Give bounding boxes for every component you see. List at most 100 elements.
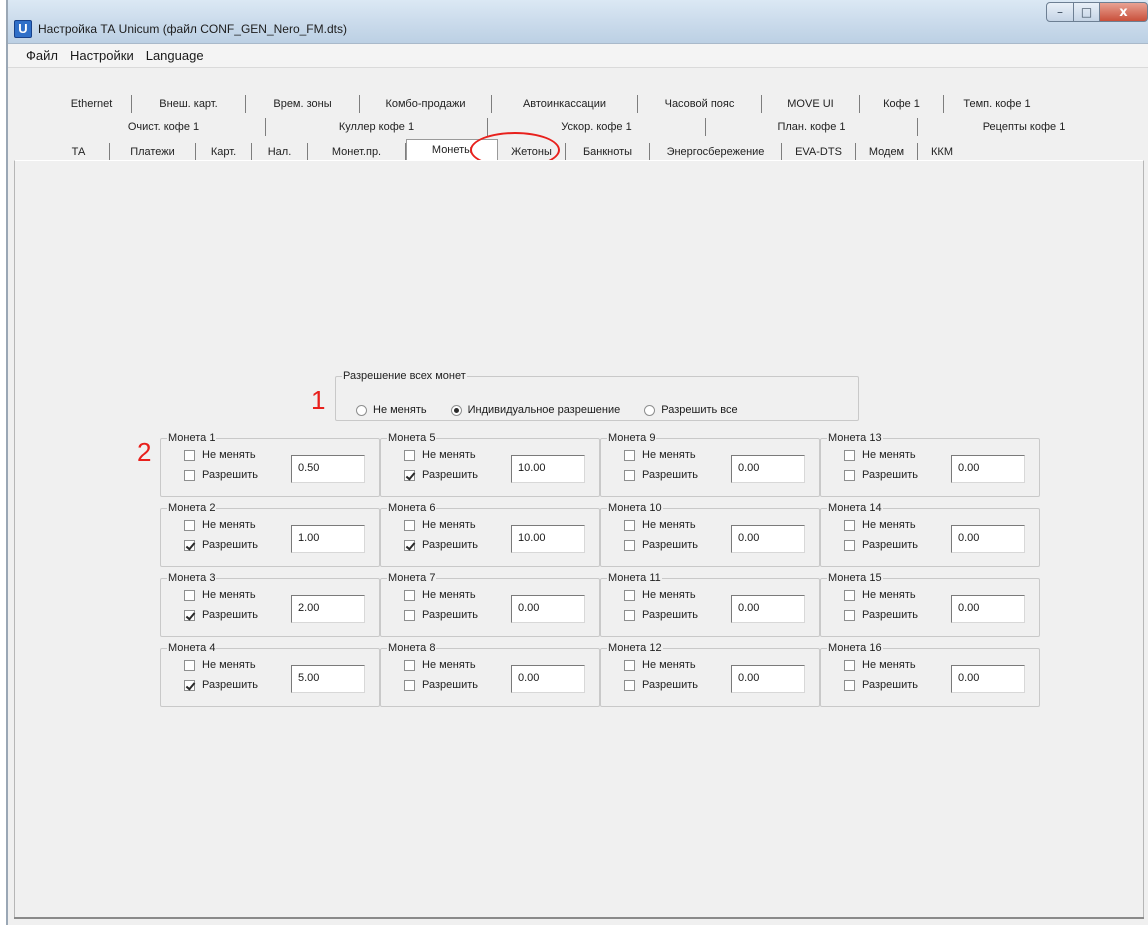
tab-timezone[interactable]: Часовой пояс [638,95,762,113]
tab-ext-card[interactable]: Внеш. карт. [132,95,246,113]
coin-no-change-checkbox[interactable] [184,449,195,461]
tab-payments[interactable]: Платежи [110,143,196,161]
coin-allow-checkbox[interactable] [844,539,855,551]
coin-allow[interactable]: Разрешить [844,539,918,551]
tab-coin-acceptor[interactable]: Монет.пр. [308,143,406,161]
coin-no-change[interactable]: Не менять [184,589,256,601]
coin-allow[interactable]: Разрешить [184,539,258,551]
tab-coffee-plan-1[interactable]: План. кофе 1 [706,118,918,136]
coin-allow[interactable]: Разрешить [404,539,478,551]
coin-no-change-checkbox[interactable] [844,449,855,461]
coin-allow[interactable]: Разрешить [404,609,478,621]
coin-no-change-checkbox[interactable] [184,519,195,531]
coin-allow[interactable]: Разрешить [404,679,478,691]
coin-allow-checkbox[interactable] [184,679,195,691]
coin-allow[interactable]: Разрешить [624,609,698,621]
coin-no-change-checkbox[interactable] [624,659,635,671]
coin-value-input[interactable]: 0.00 [731,525,805,553]
coin-allow[interactable]: Разрешить [844,609,918,621]
coin-no-change[interactable]: Не менять [844,589,916,601]
coin-no-change-checkbox[interactable] [624,589,635,601]
coin-allow-checkbox[interactable] [624,609,635,621]
coin-no-change-checkbox[interactable] [624,519,635,531]
minimize-button[interactable]: – [1046,2,1074,22]
coin-no-change[interactable]: Не менять [624,449,696,461]
tab-banknotes[interactable]: Банкноты [566,143,650,161]
coin-no-change[interactable]: Не менять [624,659,696,671]
tab-kkm[interactable]: ККМ [918,143,966,161]
coin-no-change[interactable]: Не менять [844,449,916,461]
coin-allow-checkbox[interactable] [844,609,855,621]
coin-allow-checkbox[interactable] [404,609,415,621]
coin-allow[interactable]: Разрешить [184,469,258,481]
radio-allow-all[interactable]: Разрешить все [644,404,738,416]
coin-no-change[interactable]: Не менять [184,659,256,671]
radio-allow-all-control[interactable] [644,404,656,416]
coin-allow-checkbox[interactable] [844,469,855,481]
coin-no-change[interactable]: Не менять [404,519,476,531]
coin-allow-checkbox[interactable] [184,539,195,551]
coin-no-change-checkbox[interactable] [844,659,855,671]
coin-allow[interactable]: Разрешить [624,469,698,481]
coin-allow[interactable]: Разрешить [844,679,918,691]
coin-value-input[interactable]: 0.00 [951,665,1025,693]
coin-value-input[interactable]: 10.00 [511,525,585,553]
coin-no-change[interactable]: Не менять [184,449,256,461]
tab-coffee-1[interactable]: Кофе 1 [860,95,944,113]
radio-no-change-control[interactable] [356,404,367,416]
coin-value-input[interactable]: 0.00 [731,665,805,693]
coin-no-change-checkbox[interactable] [404,449,415,461]
tab-cards[interactable]: Карт. [196,143,252,161]
coin-allow-checkbox[interactable] [844,679,855,691]
coin-allow[interactable]: Разрешить [624,679,698,691]
coin-value-input[interactable]: 10.00 [511,455,585,483]
coin-value-input[interactable]: 0.00 [731,595,805,623]
coin-no-change-checkbox[interactable] [404,519,415,531]
coin-allow-checkbox[interactable] [184,469,195,481]
coin-no-change-checkbox[interactable] [844,589,855,601]
coin-no-change[interactable]: Не менять [844,519,916,531]
coin-allow[interactable]: Разрешить [184,679,258,691]
coin-value-input[interactable]: 0.00 [731,455,805,483]
tab-move-ui[interactable]: MOVE UI [762,95,860,113]
coin-no-change-checkbox[interactable] [404,589,415,601]
coin-allow-checkbox[interactable] [404,539,415,551]
coin-no-change-checkbox[interactable] [624,449,635,461]
coin-no-change[interactable]: Не менять [404,589,476,601]
tab-coffee-clean-1[interactable]: Очист. кофе 1 [62,118,266,136]
coin-no-change-checkbox[interactable] [184,589,195,601]
radio-individual-control[interactable] [450,404,462,416]
coin-allow-checkbox[interactable] [624,469,635,481]
coin-value-input[interactable]: 5.00 [291,665,365,693]
coin-value-input[interactable]: 0.00 [951,525,1025,553]
coin-no-change[interactable]: Не менять [624,519,696,531]
menu-file[interactable]: Файл [26,48,58,63]
coin-allow[interactable]: Разрешить [624,539,698,551]
close-button[interactable]: x [1100,2,1148,22]
tab-coffee-recipes-1[interactable]: Рецепты кофе 1 [918,118,1130,136]
coin-no-change-checkbox[interactable] [844,519,855,531]
coin-value-input[interactable]: 0.00 [951,595,1025,623]
menu-language[interactable]: Language [146,48,204,63]
coin-no-change[interactable]: Не менять [404,659,476,671]
coin-allow-checkbox[interactable] [624,539,635,551]
tab-energy-saving[interactable]: Энергосбережение [650,143,782,161]
coin-no-change[interactable]: Не менять [624,589,696,601]
coin-value-input[interactable]: 2.00 [291,595,365,623]
maximize-button[interactable]: □ [1074,2,1100,22]
tab-ta[interactable]: ТА [48,143,110,161]
coin-value-input[interactable]: 1.00 [291,525,365,553]
radio-no-change[interactable]: Не менять [356,404,427,416]
tab-eva-dts[interactable]: EVA-DTS [782,143,856,161]
tab-coffee-cooler-1[interactable]: Куллер кофе 1 [266,118,488,136]
coin-no-change[interactable]: Не менять [184,519,256,531]
coin-value-input[interactable]: 0.00 [511,595,585,623]
coin-no-change[interactable]: Не менять [844,659,916,671]
coin-value-input[interactable]: 0.00 [511,665,585,693]
tab-coffee-temp-1[interactable]: Темп. кофе 1 [944,95,1050,113]
tab-modem[interactable]: Модем [856,143,918,161]
coin-value-input[interactable]: 0.00 [951,455,1025,483]
coin-value-input[interactable]: 0.50 [291,455,365,483]
tab-cash[interactable]: Нал. [252,143,308,161]
tab-ethernet[interactable]: Ethernet [52,95,132,113]
